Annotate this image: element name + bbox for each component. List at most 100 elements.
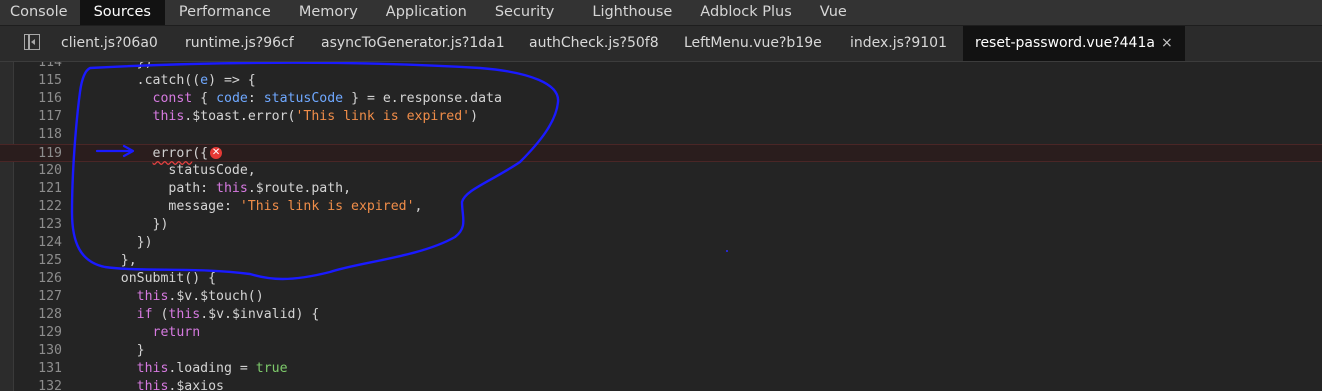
code-token: e: [200, 73, 209, 88]
code-token: ,: [414, 199, 423, 214]
file-tab-label: authCheck.js?50f8: [529, 35, 659, 51]
code-token: .$toast.error(: [184, 109, 296, 124]
toggle-navigator-icon[interactable]: [24, 34, 40, 50]
file-tab-3[interactable]: authCheck.js?50f8: [529, 26, 659, 61]
code-line[interactable]: 114 }): [0, 62, 1322, 72]
panel-tab-application[interactable]: Application: [372, 0, 481, 25]
file-tab-2[interactable]: asyncToGenerator.js?1da1: [321, 26, 505, 61]
line-number[interactable]: 128: [14, 306, 62, 324]
code-token: this: [136, 361, 169, 376]
file-tab-4[interactable]: LeftMenu.vue?b19e: [684, 26, 822, 61]
line-number[interactable]: 130: [14, 342, 62, 360]
code-token: this: [168, 307, 201, 322]
line-number[interactable]: 121: [14, 180, 62, 198]
file-tab-label: runtime.js?96cf: [185, 35, 294, 51]
code-line[interactable]: 117 this.$toast.error('This link is expi…: [0, 108, 1322, 126]
code-text: }): [89, 234, 153, 252]
code-line[interactable]: 131 this.loading = true: [0, 360, 1322, 378]
code-line[interactable]: 124 }): [0, 234, 1322, 252]
code-editor[interactable]: 114 }) 115 .catch((e) => {116 const { cod…: [0, 62, 1322, 391]
code-line[interactable]: 116 const { code: statusCode } = e.respo…: [0, 90, 1322, 108]
code-text: .catch((e) => {: [89, 72, 256, 90]
panel-tab-security[interactable]: Security: [481, 0, 569, 25]
file-tab-label: LeftMenu.vue?b19e: [684, 35, 822, 51]
file-tab-label: reset-password.vue?441a: [975, 35, 1155, 51]
error-icon[interactable]: ✕: [210, 147, 223, 159]
line-number[interactable]: 126: [14, 270, 62, 288]
code-token: }): [89, 62, 153, 70]
code-text: return: [89, 324, 201, 342]
line-number[interactable]: 116: [14, 90, 62, 108]
line-number[interactable]: 123: [14, 216, 62, 234]
devtools-panel-tabs: Console Sources Performance Memory Applicati…: [0, 0, 1322, 26]
line-number[interactable]: 120: [14, 162, 62, 180]
line-number[interactable]: 131: [14, 360, 62, 378]
panel-tab-sources[interactable]: Sources: [79, 0, 165, 25]
code-text: this.$toast.error('This link is expired'…: [89, 108, 479, 126]
line-number[interactable]: 124: [14, 234, 62, 252]
code-line[interactable]: 115 .catch((e) => {: [0, 72, 1322, 90]
panel-tab-memory[interactable]: Memory: [285, 0, 372, 25]
close-tab-icon[interactable]: ×: [1161, 35, 1173, 51]
code-token: .$axios: [168, 379, 224, 391]
code-text: },: [89, 252, 137, 270]
code-token: this: [136, 289, 169, 304]
code-line[interactable]: 122 message: 'This link is expired',: [0, 198, 1322, 216]
panel-tab-lighthouse[interactable]: Lighthouse: [568, 0, 686, 25]
file-tab-1[interactable]: runtime.js?96cf: [185, 26, 294, 61]
panel-tab-performance[interactable]: Performance: [165, 0, 285, 25]
code-text: this.loading = true: [89, 360, 288, 378]
line-number[interactable]: 122: [14, 198, 62, 216]
file-tab-5[interactable]: index.js?9101: [850, 26, 947, 61]
code-line[interactable]: 123 }): [0, 216, 1322, 234]
panel-tab-vue[interactable]: Vue: [806, 0, 861, 25]
code-line[interactable]: 129 return: [0, 324, 1322, 342]
file-tab-label: index.js?9101: [850, 35, 947, 51]
code-text: this.$axios: [89, 378, 224, 391]
code-token: this: [216, 181, 248, 196]
code-text: }: [89, 342, 145, 360]
file-tab-label: client.js?06a0: [61, 35, 158, 51]
code-line[interactable]: 126 onSubmit() {: [0, 270, 1322, 288]
code-line[interactable]: 132 this.$axios: [0, 378, 1322, 391]
file-tab-label: asyncToGenerator.js?1da1: [321, 35, 505, 51]
code-token: .$route.path,: [247, 181, 352, 196]
code-line[interactable]: 118: [0, 126, 1322, 144]
code-line[interactable]: 127 this.$v.$touch(): [0, 288, 1322, 306]
code-line[interactable]: 121 path: this.$route.path,: [0, 180, 1322, 198]
code-token: {: [192, 91, 217, 106]
line-number[interactable]: 117: [14, 108, 62, 126]
code-token: ): [470, 109, 479, 124]
line-number[interactable]: 129: [14, 324, 62, 342]
code-line[interactable]: 125 },: [0, 252, 1322, 270]
code-token: code: [216, 91, 248, 106]
line-number[interactable]: 119: [14, 145, 62, 163]
code-line[interactable]: 120 statusCode,: [0, 162, 1322, 180]
code-line[interactable]: 119 error({✕: [0, 144, 1322, 162]
code-line[interactable]: 128 if (this.$v.$invalid) {: [0, 306, 1322, 324]
line-number[interactable]: 125: [14, 252, 62, 270]
code-token: } = e.response.data: [343, 91, 502, 106]
line-number[interactable]: 115: [14, 72, 62, 90]
file-tab-0[interactable]: client.js?06a0: [61, 26, 158, 61]
line-number[interactable]: 114: [14, 62, 62, 72]
code-text: }): [89, 62, 153, 72]
code-token: .$v.$touch(): [168, 289, 264, 304]
line-number[interactable]: 127: [14, 288, 62, 306]
line-number[interactable]: 118: [14, 126, 62, 144]
panel-tab-console[interactable]: Console: [0, 0, 80, 25]
code-line[interactable]: 130 }: [0, 342, 1322, 360]
code-token: }): [89, 235, 153, 250]
code-token: ({: [192, 146, 209, 161]
file-tab-6[interactable]: reset-password.vue?441a ×: [963, 26, 1185, 61]
line-number[interactable]: 132: [14, 378, 62, 391]
code-token: },: [89, 253, 137, 268]
panel-tab-adblock-plus[interactable]: Adblock Plus: [686, 0, 805, 25]
code-text: onSubmit() {: [89, 270, 216, 288]
